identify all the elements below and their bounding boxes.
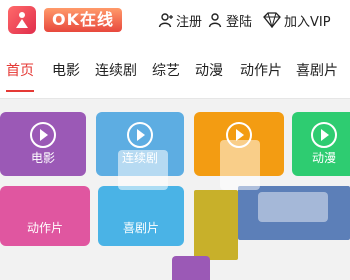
tile-label: 喜剧片 (122, 221, 159, 235)
category-tile-series[interactable]: 连续剧 (96, 112, 184, 176)
tile-label: 动漫 (311, 151, 336, 165)
play-icon (127, 122, 153, 148)
user-icon (208, 13, 222, 28)
tab-action[interactable]: 动作片 (240, 60, 282, 80)
tile-label: 连续剧 (121, 151, 158, 165)
tab-home[interactable]: 首页 (6, 60, 34, 80)
category-tile-action[interactable]: 动作片 (0, 186, 90, 246)
logo-figure-icon (16, 12, 28, 28)
top-header: OK在线 注册 登陆 加入VIP (0, 0, 350, 40)
category-tile-variety[interactable] (194, 112, 284, 176)
site-logo-text[interactable]: OK在线 (44, 8, 123, 32)
diamond-icon (263, 12, 281, 28)
category-tile-comedy[interactable]: 喜剧片 (98, 186, 184, 246)
register-label: 注册 (176, 14, 203, 30)
vip-link[interactable]: 加入VIP (262, 10, 331, 30)
play-icon (226, 122, 252, 148)
play-icon (30, 122, 56, 148)
active-tab-underline (6, 90, 34, 92)
play-icon (311, 122, 337, 148)
vip-label: 加入VIP (284, 14, 331, 30)
login-label: 登陆 (226, 14, 253, 30)
category-tile-anime[interactable]: 动漫 (292, 112, 350, 176)
tab-movies[interactable]: 电影 (52, 60, 80, 80)
category-tile-extra[interactable] (194, 190, 238, 260)
tab-variety[interactable]: 综艺 (152, 60, 180, 80)
category-tile-movies[interactable]: 电影 (0, 112, 86, 176)
logo-icon[interactable] (8, 6, 36, 34)
user-icon (158, 13, 173, 28)
tab-series[interactable]: 连续剧 (95, 60, 137, 80)
category-tile-more[interactable] (238, 186, 350, 240)
tab-anime[interactable]: 动漫 (195, 60, 223, 80)
tile-label: 电影 (30, 151, 55, 165)
register-link[interactable]: 注册 (158, 10, 202, 30)
login-link[interactable]: 登陆 (208, 10, 252, 30)
tile-label: 动作片 (26, 221, 63, 235)
tab-comedy[interactable]: 喜剧片 (296, 60, 338, 80)
category-nav: 首页 电影 连续剧 综艺 动漫 动作片 喜剧片 (0, 40, 350, 99)
